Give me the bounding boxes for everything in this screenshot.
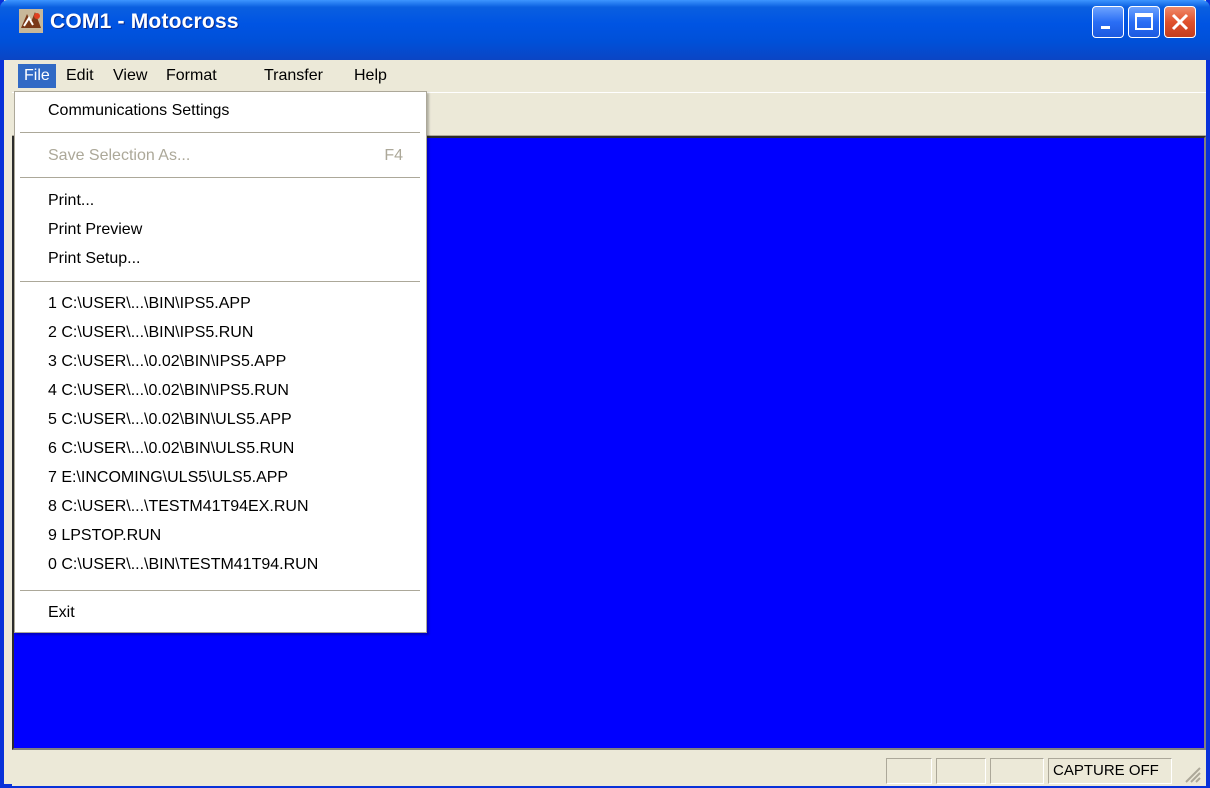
menu-item-print[interactable]: Print... [16, 187, 425, 215]
capture-status: CAPTURE OFF [1048, 758, 1172, 784]
menu-item-label: Communications Settings [48, 102, 230, 119]
window-title: COM1 - Motocross [50, 10, 239, 33]
menu-item-label: Print Preview [48, 221, 143, 238]
maximize-icon [1135, 13, 1153, 30]
menu-item-recent-file[interactable]: 3 C:\USER\...\0.02\BIN\IPS5.APP [16, 348, 425, 376]
close-icon [1171, 13, 1189, 31]
menu-item-save-selection-as: Save Selection As... F4 [16, 142, 425, 170]
menu-separator [20, 590, 420, 591]
close-button[interactable] [1164, 6, 1196, 38]
menu-item-recent-file[interactable]: 2 C:\USER\...\BIN\IPS5.RUN [16, 319, 425, 347]
menu-item-label: Print Setup... [48, 250, 141, 267]
menu-item-communications-settings[interactable]: Communications Settings [16, 97, 425, 125]
menu-item-label: 0 C:\USER\...\BIN\TESTM41T94.RUN [48, 556, 319, 573]
menu-item-recent-file[interactable]: 7 E:\INCOMING\ULS5\ULS5.APP [16, 464, 425, 492]
menu-item-label: 7 E:\INCOMING\ULS5\ULS5.APP [48, 469, 289, 486]
menu-item-label: Save Selection As... [48, 147, 191, 164]
menu-view[interactable]: View [107, 64, 153, 88]
menu-transfer[interactable]: Transfer [258, 64, 329, 88]
minimize-icon [1101, 26, 1110, 29]
menu-bar: File Edit View Format Transfer Help [12, 60, 1206, 90]
status-pane-1 [886, 758, 932, 784]
maximize-button[interactable] [1128, 6, 1160, 38]
menu-item-label: 2 C:\USER\...\BIN\IPS5.RUN [48, 324, 254, 341]
menu-item-shortcut: F4 [384, 147, 403, 164]
file-menu-dropdown: Communications Settings Save Selection A… [14, 91, 427, 633]
menu-format[interactable]: Format [160, 64, 223, 88]
minimize-button[interactable] [1092, 6, 1124, 38]
menu-item-print-setup[interactable]: Print Setup... [16, 245, 425, 273]
menu-help[interactable]: Help [348, 64, 393, 88]
menu-item-recent-file[interactable]: 6 C:\USER\...\0.02\BIN\ULS5.RUN [16, 435, 425, 463]
menu-item-print-preview[interactable]: Print Preview [16, 216, 425, 244]
menu-item-label: 5 C:\USER\...\0.02\BIN\ULS5.APP [48, 411, 292, 428]
menu-item-recent-file[interactable]: 8 C:\USER\...\TESTM41T94EX.RUN [16, 493, 425, 521]
menu-item-label: 1 C:\USER\...\BIN\IPS5.APP [48, 295, 251, 312]
menu-item-recent-file[interactable]: 9 LPSTOP.RUN [16, 522, 425, 550]
menu-item-recent-file[interactable]: 5 C:\USER\...\0.02\BIN\ULS5.APP [16, 406, 425, 434]
menu-item-label: 3 C:\USER\...\0.02\BIN\IPS5.APP [48, 353, 287, 370]
menu-item-recent-file[interactable]: 0 C:\USER\...\BIN\TESTM41T94.RUN [16, 551, 425, 579]
resize-grip-icon[interactable] [1182, 764, 1202, 784]
status-pane-2 [936, 758, 986, 784]
menu-separator [20, 281, 420, 282]
menu-item-label: 6 C:\USER\...\0.02\BIN\ULS5.RUN [48, 440, 295, 457]
app-icon [19, 9, 43, 33]
title-bar[interactable]: COM1 - Motocross [0, 0, 1210, 60]
menu-item-exit[interactable]: Exit [16, 599, 425, 627]
menu-item-label: 9 LPSTOP.RUN [48, 527, 162, 544]
menu-item-label: 4 C:\USER\...\0.02\BIN\IPS5.RUN [48, 382, 289, 399]
menu-item-label: Print... [48, 192, 95, 209]
status-bar: CAPTURE OFF [12, 752, 1206, 786]
menu-item-label: Exit [48, 604, 75, 621]
menu-edit[interactable]: Edit [60, 64, 100, 88]
menu-file[interactable]: File [18, 64, 56, 88]
menu-item-recent-file[interactable]: 1 C:\USER\...\BIN\IPS5.APP [16, 290, 425, 318]
menu-separator [20, 177, 420, 178]
menu-item-label: 8 C:\USER\...\TESTM41T94EX.RUN [48, 498, 309, 515]
menu-item-recent-file[interactable]: 4 C:\USER\...\0.02\BIN\IPS5.RUN [16, 377, 425, 405]
menu-separator [20, 132, 420, 133]
status-pane-3 [990, 758, 1044, 784]
